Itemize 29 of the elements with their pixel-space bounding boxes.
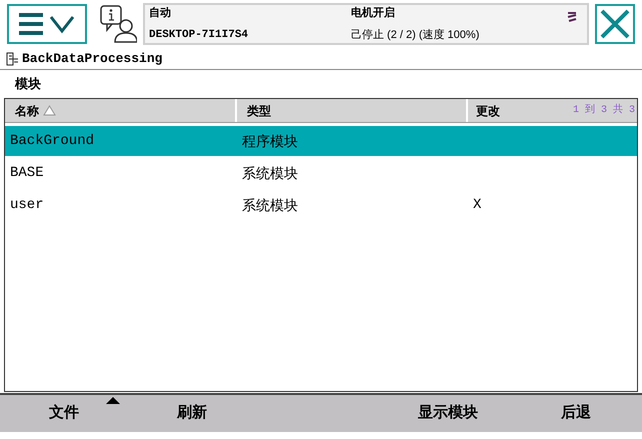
column-header[interactable]: 名称 <box>5 99 237 122</box>
window-title: BackDataProcessing <box>22 50 162 68</box>
program-window-icon <box>6 52 19 66</box>
close-button[interactable] <box>595 4 635 44</box>
operating-mode: 自动 <box>149 6 172 21</box>
table-cell: X <box>473 196 482 212</box>
column-header[interactable]: 更改 1 到 3 共 3 <box>468 99 637 122</box>
program-state: 己停止 (2 / 2) (速度 100%) <box>351 28 480 42</box>
info-person-icon[interactable] <box>99 4 137 44</box>
command-button[interactable]: 文件 <box>0 395 128 432</box>
command-button[interactable]: 刷新 <box>128 395 256 432</box>
controller-name: DESKTOP-7I1I7S4 <box>149 28 250 42</box>
table-cell: 程序模块 <box>242 132 298 148</box>
command-button[interactable]: 后退 <box>512 395 640 432</box>
menu-button[interactable] <box>7 4 87 44</box>
row-counter: 1 到 3 共 3 <box>572 103 635 118</box>
table-cell: BackGround <box>10 132 94 148</box>
table-cell: user <box>10 196 44 212</box>
column-header[interactable]: 类型 <box>237 99 468 122</box>
motor-state: 电机开启 <box>351 6 396 21</box>
menu-icon <box>17 11 77 37</box>
table-row[interactable]: BackGround 程序模块 <box>5 126 637 156</box>
table-cell: BASE <box>10 164 44 180</box>
robot-signal-icon <box>567 11 577 23</box>
close-icon <box>599 8 631 40</box>
command-button[interactable]: 显示模块 <box>384 395 512 432</box>
section-heading: 模块 <box>15 75 41 94</box>
table-cell: 系统模块 <box>242 196 298 212</box>
table-cell: 系统模块 <box>242 164 298 180</box>
